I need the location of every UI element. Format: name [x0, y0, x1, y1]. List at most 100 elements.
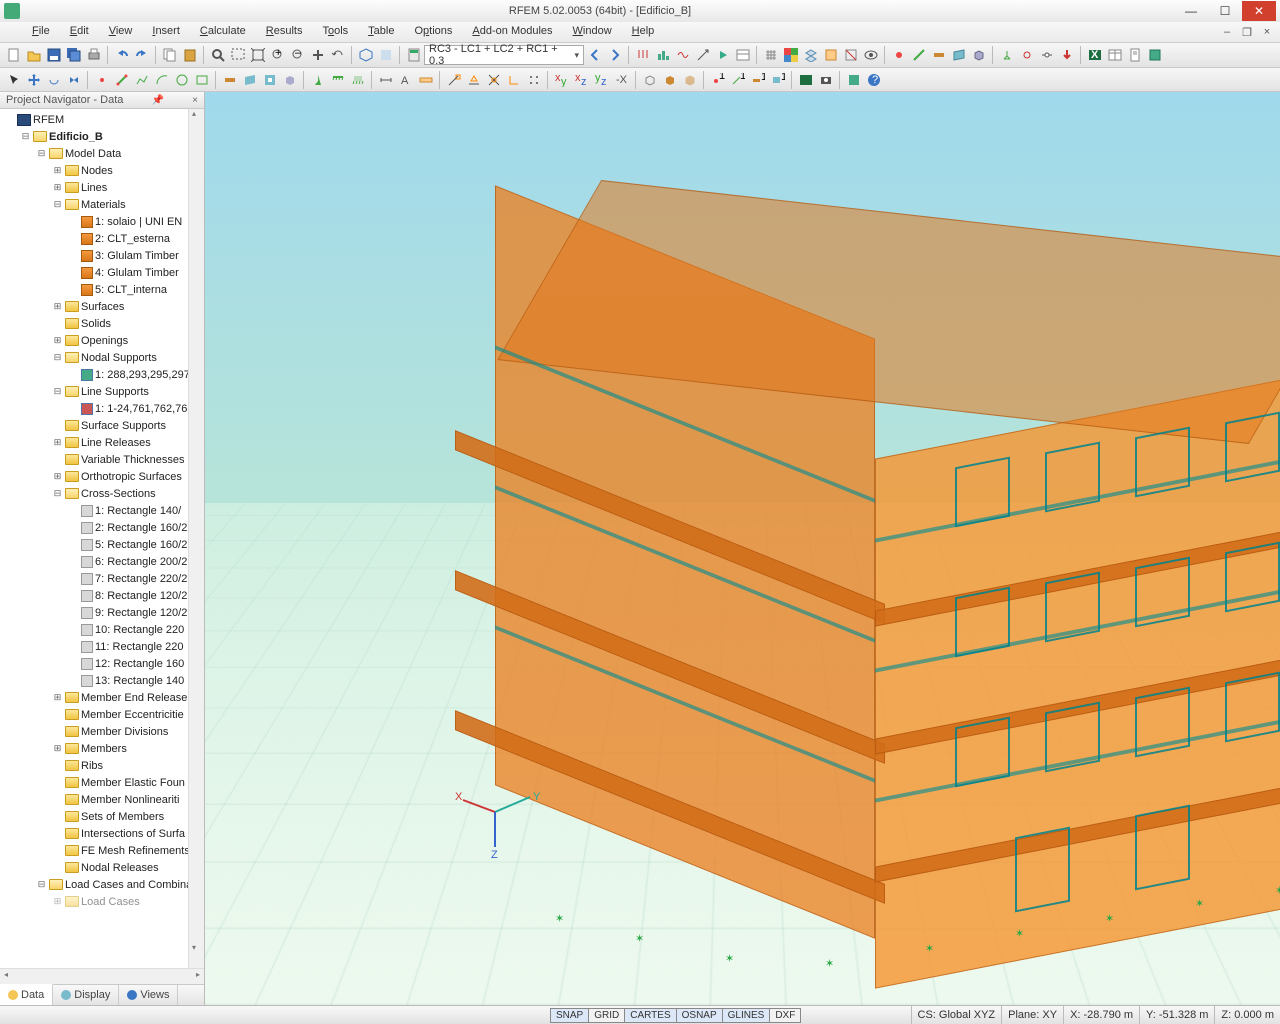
- tree-openings[interactable]: ⊞Openings: [0, 332, 204, 349]
- tree-member-nonlin[interactable]: Member Nonlineariti: [0, 791, 204, 808]
- tree-line-support-1[interactable]: 1: 1-24,761,762,76: [0, 400, 204, 417]
- screenshot-icon[interactable]: [816, 70, 835, 89]
- tree-material-4[interactable]: 4: Glulam Timber: [0, 264, 204, 281]
- scale-icon[interactable]: [693, 46, 712, 65]
- render-wire-icon[interactable]: [640, 70, 659, 89]
- solid-sel-icon[interactable]: [969, 46, 988, 65]
- tree-material-2[interactable]: 2: CLT_esterna: [0, 230, 204, 247]
- doc-restore-icon[interactable]: ❐: [1238, 26, 1256, 39]
- green-icon[interactable]: [844, 70, 863, 89]
- tree-nodal-releases[interactable]: Nodal Releases: [0, 859, 204, 876]
- tree-cs-1[interactable]: 1: Rectangle 140/: [0, 502, 204, 519]
- tree-ortho[interactable]: ⊞Orthotropic Surfaces: [0, 468, 204, 485]
- snap-int-icon[interactable]: [484, 70, 503, 89]
- tree-member-end-rel[interactable]: ⊞Member End Release: [0, 689, 204, 706]
- mirror-icon[interactable]: [64, 70, 83, 89]
- tree-member-ecc[interactable]: Member Eccentricitie: [0, 706, 204, 723]
- close-button[interactable]: ✕: [1242, 1, 1276, 21]
- tree-cs-8[interactable]: 8: Rectangle 120/2: [0, 587, 204, 604]
- select-icon[interactable]: [4, 70, 23, 89]
- tree-model-data[interactable]: ⊟Model Data: [0, 145, 204, 162]
- num-surf-icon[interactable]: 1: [768, 70, 787, 89]
- visibility-icon[interactable]: [861, 46, 880, 65]
- tab-views[interactable]: Views: [119, 985, 178, 1005]
- menu-help[interactable]: Help: [622, 22, 665, 42]
- tree-cs-12[interactable]: 12: Rectangle 160: [0, 655, 204, 672]
- copy-icon[interactable]: [160, 46, 179, 65]
- tree-cs-11[interactable]: 11: Rectangle 220: [0, 638, 204, 655]
- tab-display[interactable]: Display: [53, 985, 119, 1005]
- menu-table[interactable]: Table: [358, 22, 404, 42]
- loadcase-combo[interactable]: RC3 - LC1 + LC2 + RC1 + 0.3 ▾: [424, 45, 584, 65]
- snap-mid-icon[interactable]: [464, 70, 483, 89]
- polyline-icon[interactable]: [132, 70, 151, 89]
- tree-fe-mesh[interactable]: FE Mesh Refinements: [0, 842, 204, 859]
- panel-close-icon[interactable]: ×: [192, 95, 198, 106]
- move-icon[interactable]: [24, 70, 43, 89]
- render-solid-icon[interactable]: [660, 70, 679, 89]
- colors-icon[interactable]: [781, 46, 800, 65]
- node-sel-icon[interactable]: [889, 46, 908, 65]
- paste-icon[interactable]: [180, 46, 199, 65]
- tree-nodal-supports[interactable]: ⊟Nodal Supports: [0, 349, 204, 366]
- tree-member-elastic[interactable]: Member Elastic Foun: [0, 774, 204, 791]
- surface-sel-icon[interactable]: [949, 46, 968, 65]
- pin-icon[interactable]: 📌: [152, 95, 164, 106]
- cminus-icon[interactable]: -X: [612, 70, 631, 89]
- num-lines-icon[interactable]: 1: [728, 70, 747, 89]
- num-members-icon[interactable]: 1: [748, 70, 767, 89]
- report-icon[interactable]: [1125, 46, 1144, 65]
- tree-cs-7[interactable]: 7: Rectangle 220/2: [0, 570, 204, 587]
- tree-cs-13[interactable]: 13: Rectangle 140: [0, 672, 204, 689]
- support-l-icon[interactable]: [328, 70, 347, 89]
- tree-members[interactable]: ⊞Members: [0, 740, 204, 757]
- tree-materials[interactable]: ⊟Materials: [0, 196, 204, 213]
- tree-material-5[interactable]: 5: CLT_interna: [0, 281, 204, 298]
- node-create-icon[interactable]: [92, 70, 111, 89]
- toggle-snap[interactable]: SNAP: [550, 1008, 589, 1023]
- solid-create-icon[interactable]: [280, 70, 299, 89]
- tree-cs-6[interactable]: 6: Rectangle 200/2: [0, 553, 204, 570]
- opening-icon[interactable]: [260, 70, 279, 89]
- toggle-osnap[interactable]: OSNAP: [676, 1008, 723, 1023]
- dimension-icon[interactable]: [376, 70, 395, 89]
- rect-icon[interactable]: [192, 70, 211, 89]
- doc-minimize-icon[interactable]: –: [1218, 26, 1236, 38]
- snap-perp-icon[interactable]: [504, 70, 523, 89]
- toggle-dxf[interactable]: DXF: [769, 1008, 801, 1023]
- hinge-icon[interactable]: [1017, 46, 1036, 65]
- tree-member-div[interactable]: Member Divisions: [0, 723, 204, 740]
- find-icon[interactable]: [208, 46, 227, 65]
- zoom-extents-icon[interactable]: [248, 46, 267, 65]
- module-icon[interactable]: [1145, 46, 1164, 65]
- undo-icon[interactable]: [112, 46, 131, 65]
- tree-cross-sections[interactable]: ⊟Cross-Sections: [0, 485, 204, 502]
- saveall-icon[interactable]: [64, 46, 83, 65]
- member-sel-icon[interactable]: [929, 46, 948, 65]
- tree-load-cases[interactable]: ⊟Load Cases and Combina: [0, 876, 204, 893]
- zoom-in-icon[interactable]: +: [268, 46, 287, 65]
- support-s-icon[interactable]: [348, 70, 367, 89]
- animation-icon[interactable]: [713, 46, 732, 65]
- tree-cs-5[interactable]: 5: Rectangle 160/2: [0, 536, 204, 553]
- navigator-tree[interactable]: ▸RFEM ⊟Edificio_B ⊟Model Data ⊞Nodes ⊞Li…: [0, 109, 204, 968]
- release-icon[interactable]: [1037, 46, 1056, 65]
- doc-close-icon[interactable]: ×: [1258, 26, 1276, 38]
- toggle-cartes[interactable]: CARTES: [624, 1008, 676, 1023]
- tree-nodal-support-1[interactable]: 1: 288,293,295,297: [0, 366, 204, 383]
- prev-lc-icon[interactable]: [585, 46, 604, 65]
- tree-material-3[interactable]: 3: Glulam Timber: [0, 247, 204, 264]
- snap-end-icon[interactable]: [444, 70, 463, 89]
- menu-results[interactable]: Results: [256, 22, 313, 42]
- surface-create-icon[interactable]: [240, 70, 259, 89]
- toggle-grid[interactable]: GRID: [588, 1008, 625, 1023]
- maximize-button[interactable]: ☐: [1208, 1, 1242, 21]
- minimize-button[interactable]: —: [1174, 1, 1208, 21]
- tree-hscrollbar[interactable]: ◂▸: [0, 968, 204, 984]
- menu-tools[interactable]: Tools: [312, 22, 358, 42]
- tree-surface-supports[interactable]: Surface Supports: [0, 417, 204, 434]
- circle-icon[interactable]: [172, 70, 191, 89]
- save-icon[interactable]: [44, 46, 63, 65]
- tree-var-thick[interactable]: Variable Thicknesses: [0, 451, 204, 468]
- menu-file[interactable]: File: [22, 22, 60, 42]
